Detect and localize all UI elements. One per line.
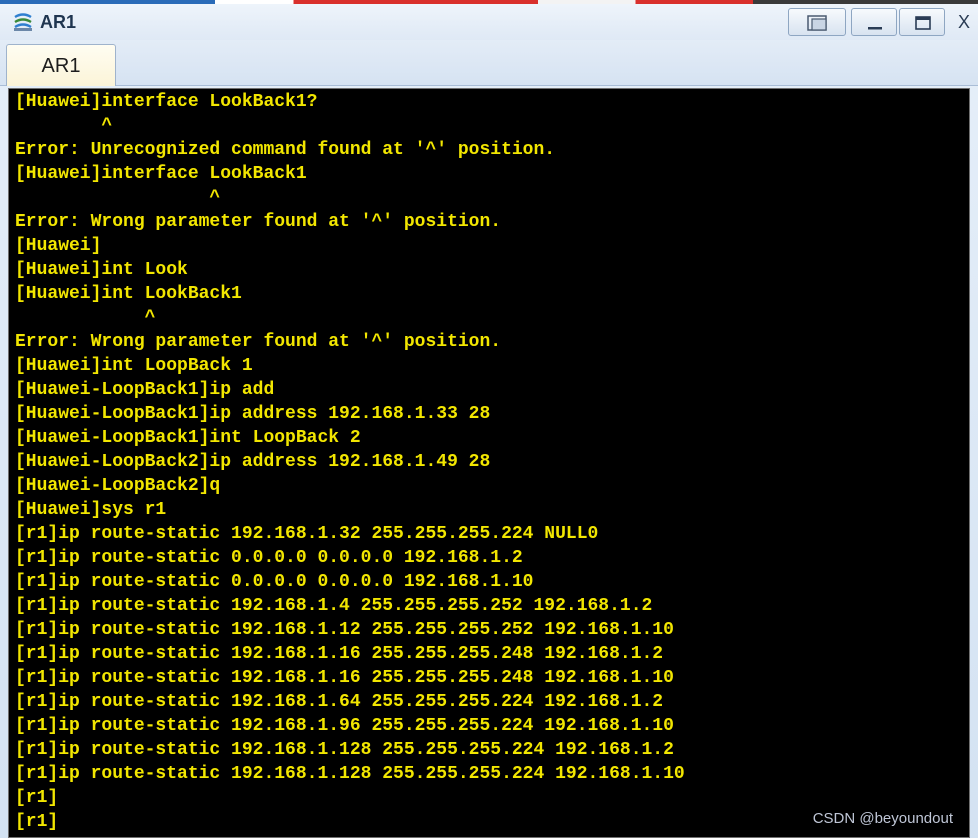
terminal-line: [r1]ip route-static 0.0.0.0 0.0.0.0 192.… — [15, 572, 534, 592]
terminal-line: [r1] — [15, 788, 59, 808]
tab-bar: AR1 — [0, 40, 978, 86]
terminal-line: [Huawei]interface LookBack1 — [15, 164, 307, 184]
terminal-line: [Huawei]int Look — [15, 260, 188, 280]
minimize-button[interactable] — [851, 8, 897, 36]
terminal-line: [r1]ip route-static 0.0.0.0 0.0.0.0 192.… — [15, 548, 523, 568]
terminal-line: [r1]ip route-static 192.168.1.64 255.255… — [15, 692, 664, 712]
terminal-line: [r1]ip route-static 192.168.1.12 255.255… — [15, 620, 674, 640]
terminal-line: [Huawei-LoopBack2]ip address 192.168.1.4… — [15, 452, 491, 472]
tab-ar1[interactable]: AR1 — [6, 44, 116, 86]
terminal-line: [Huawei]interface LookBack1? — [15, 92, 318, 112]
terminal-line: ^ — [15, 308, 156, 328]
close-button[interactable]: X — [950, 8, 978, 36]
watermark: CSDN @beyoundout — [812, 810, 953, 827]
terminal-line: [Huawei] — [15, 236, 102, 256]
terminal-line: [r1]ip route-static 192.168.1.128 255.25… — [15, 764, 685, 784]
terminal-line: [r1]ip route-static 192.168.1.16 255.255… — [15, 644, 664, 664]
terminal-line: [r1]ip route-static 192.168.1.32 255.255… — [15, 524, 599, 544]
terminal-line: [r1]ip route-static 192.168.1.4 255.255.… — [15, 596, 653, 616]
terminal-line: [r1] — [15, 812, 59, 832]
terminal-line: Error: Unrecognized command found at '^'… — [15, 140, 556, 160]
terminal-line: ^ — [15, 188, 221, 208]
terminal-line: [Huawei-LoopBack1]ip add — [15, 380, 275, 400]
terminal-line: [Huawei-LoopBack1]int LoopBack 2 — [15, 428, 361, 448]
terminal-line: [Huawei]sys r1 — [15, 500, 167, 520]
terminal-line: [r1]ip route-static 192.168.1.128 255.25… — [15, 740, 674, 760]
terminal-line: [Huawei-LoopBack2]q — [15, 476, 221, 496]
terminal-line: [Huawei-LoopBack1]ip address 192.168.1.3… — [15, 404, 491, 424]
terminal-line: [r1]ip route-static 192.168.1.96 255.255… — [15, 716, 674, 736]
terminal-line: ^ — [15, 116, 113, 136]
terminal-line: Error: Wrong parameter found at '^' posi… — [15, 332, 502, 352]
terminal-line: [Huawei]int LookBack1 — [15, 284, 242, 304]
maximize-button[interactable] — [899, 8, 945, 36]
terminal-line: [Huawei]int LoopBack 1 — [15, 356, 253, 376]
terminal-line: [r1]ip route-static 192.168.1.16 255.255… — [15, 668, 674, 688]
window-title: AR1 — [40, 12, 77, 32]
restore-button[interactable] — [788, 8, 846, 36]
title-bar[interactable]: AR1 X — [0, 4, 978, 40]
terminal-console[interactable]: [Huawei]interface LookBack1? ^ Error: Un… — [8, 88, 970, 838]
terminal-line: Error: Wrong parameter found at '^' posi… — [15, 212, 502, 232]
app-window: AR1 X AR1 [Huawei]interface LookBack1? ^… — [0, 0, 978, 838]
network-device-icon — [12, 11, 34, 33]
